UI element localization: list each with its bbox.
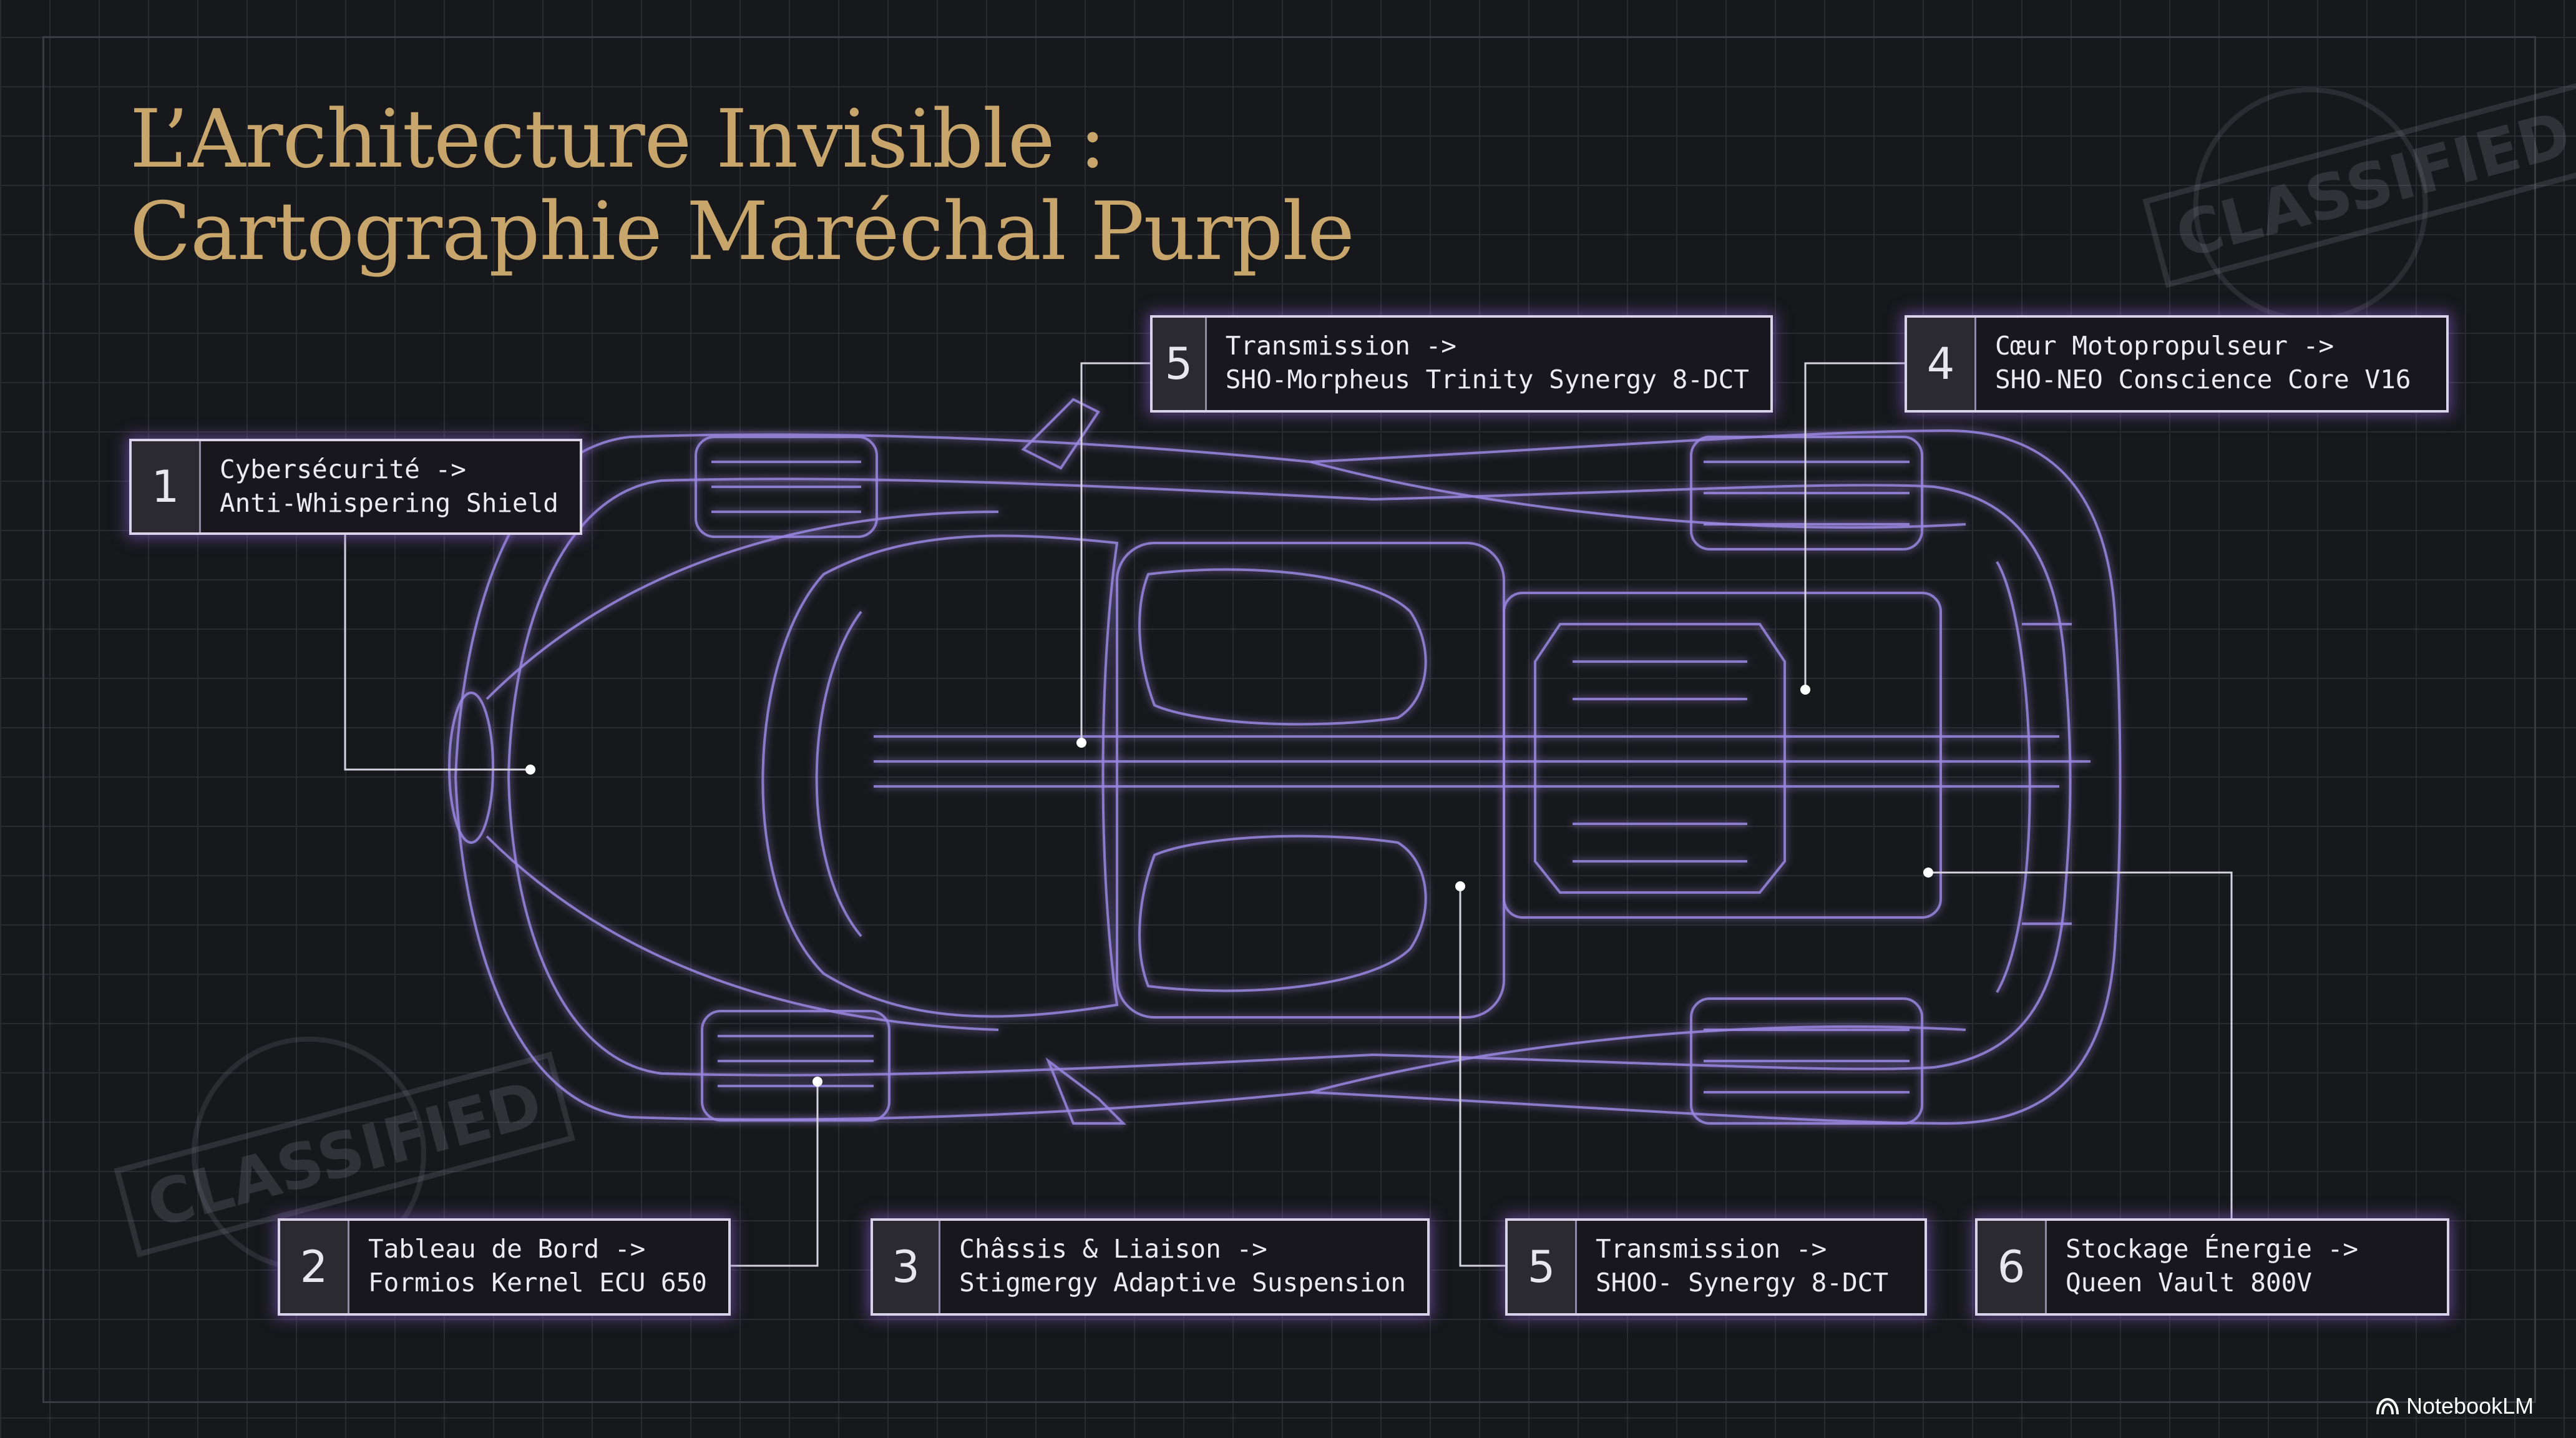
callout-energy-storage: 6 Stockage Énergie -> Queen Vault 800V <box>1975 1218 2449 1316</box>
rear-pod-top <box>1310 461 1966 529</box>
callout-line-1: Transmission -> <box>1596 1234 1827 1264</box>
leader-line-5-bottom <box>1459 886 1505 1267</box>
callout-line-1: Cœur Motopropulseur -> <box>1995 331 2334 361</box>
callout-text: Châssis & Liaison -> Stigmergy Adaptive … <box>940 1221 1427 1313</box>
anchor-dot-4 <box>1800 685 1810 695</box>
callout-transmission-top: 5 Transmission -> SHO-Morpheus Trinity S… <box>1150 315 1773 413</box>
callout-line-2: SHO-Morpheus Trinity Synergy 8-DCT <box>1225 364 1749 394</box>
callout-line-2: Stigmergy Adaptive Suspension <box>959 1268 1406 1298</box>
callout-line-2: Queen Vault 800V <box>2066 1268 2312 1298</box>
hood-line-top <box>485 511 999 700</box>
leader-line-2 <box>727 1082 819 1267</box>
callout-chassis: 3 Châssis & Liaison -> Stigmergy Adaptiv… <box>871 1218 1430 1316</box>
callout-line-2: Anti-Whispering Shield <box>219 488 559 518</box>
callout-line-2: SHO-NEO Conscience Core V16 <box>1995 364 2411 394</box>
callout-line-2: Formios Kernel ECU 650 <box>368 1268 707 1298</box>
callout-text: Tableau de Bord -> Formios Kernel ECU 65… <box>349 1221 728 1313</box>
anchor-dot-6 <box>1923 868 1933 878</box>
callout-line-1: Tableau de Bord -> <box>368 1234 646 1264</box>
seat-left <box>1138 568 1427 726</box>
callout-cybersecurity: 1 Cybersécurité -> Anti-Whispering Shiel… <box>129 439 582 535</box>
callout-number: 2 <box>280 1221 349 1313</box>
windscreen-inner <box>815 610 862 937</box>
callout-dashboard: 2 Tableau de Bord -> Formios Kernel ECU … <box>278 1218 731 1316</box>
mirror-top <box>1021 398 1100 470</box>
mirror-bottom <box>1045 1057 1126 1125</box>
callout-text: Transmission -> SHOO- Synergy 8-DCT <box>1577 1221 1910 1313</box>
anchor-dot-1 <box>525 765 535 775</box>
callout-line-1: Châssis & Liaison -> <box>959 1234 1267 1264</box>
callout-text: Cybersécurité -> Anti-Whispering Shield <box>201 441 580 532</box>
callout-text: Cœur Motopropulseur -> SHO-NEO Conscienc… <box>1976 318 2432 410</box>
anchor-dot-5-top <box>1076 738 1086 748</box>
car-body-inner <box>507 477 2072 1077</box>
callout-powertrain: 4 Cœur Motopropulseur -> SHO-NEO Conscie… <box>1905 315 2449 413</box>
callout-number: 1 <box>132 441 201 532</box>
callout-number: 5 <box>1508 1221 1577 1313</box>
leader-line-1 <box>344 532 530 771</box>
callout-transmission-bottom: 5 Transmission -> SHOO- Synergy 8-DCT <box>1505 1218 1927 1316</box>
callout-text: Transmission -> SHO-Morpheus Trinity Syn… <box>1207 318 1770 410</box>
center-tunnel <box>874 735 2091 788</box>
rear-pod-bottom <box>1310 1025 1966 1093</box>
rear-diffuser <box>1996 560 2031 993</box>
leader-line-6 <box>1928 871 2233 1218</box>
notebooklm-logo-text: NotebookLM <box>2406 1393 2534 1419</box>
callout-line-2: SHOO- Synergy 8-DCT <box>1596 1268 1888 1298</box>
callout-line-1: Cybersécurité -> <box>219 454 466 484</box>
notebooklm-logo-icon <box>2376 1397 2399 1415</box>
callout-number: 4 <box>1907 318 1976 410</box>
callout-number: 5 <box>1153 318 1207 410</box>
notebooklm-logo: NotebookLM <box>2375 1393 2534 1419</box>
callout-text: Stockage Énergie -> Queen Vault 800V <box>2047 1221 2379 1313</box>
wheel-front-bottom <box>701 1010 890 1122</box>
callout-number: 3 <box>873 1221 941 1313</box>
engine-block <box>1534 623 1786 894</box>
anchor-dot-5-bottom <box>1455 881 1465 891</box>
callout-line-1: Transmission -> <box>1225 331 1456 361</box>
cabin <box>1116 542 1505 1019</box>
callout-number: 6 <box>1978 1221 2047 1313</box>
anchor-dot-2 <box>812 1077 822 1087</box>
seat-right <box>1138 834 1427 992</box>
callout-line-1: Stockage Énergie -> <box>2066 1234 2358 1264</box>
engine-bay <box>1503 592 1942 919</box>
